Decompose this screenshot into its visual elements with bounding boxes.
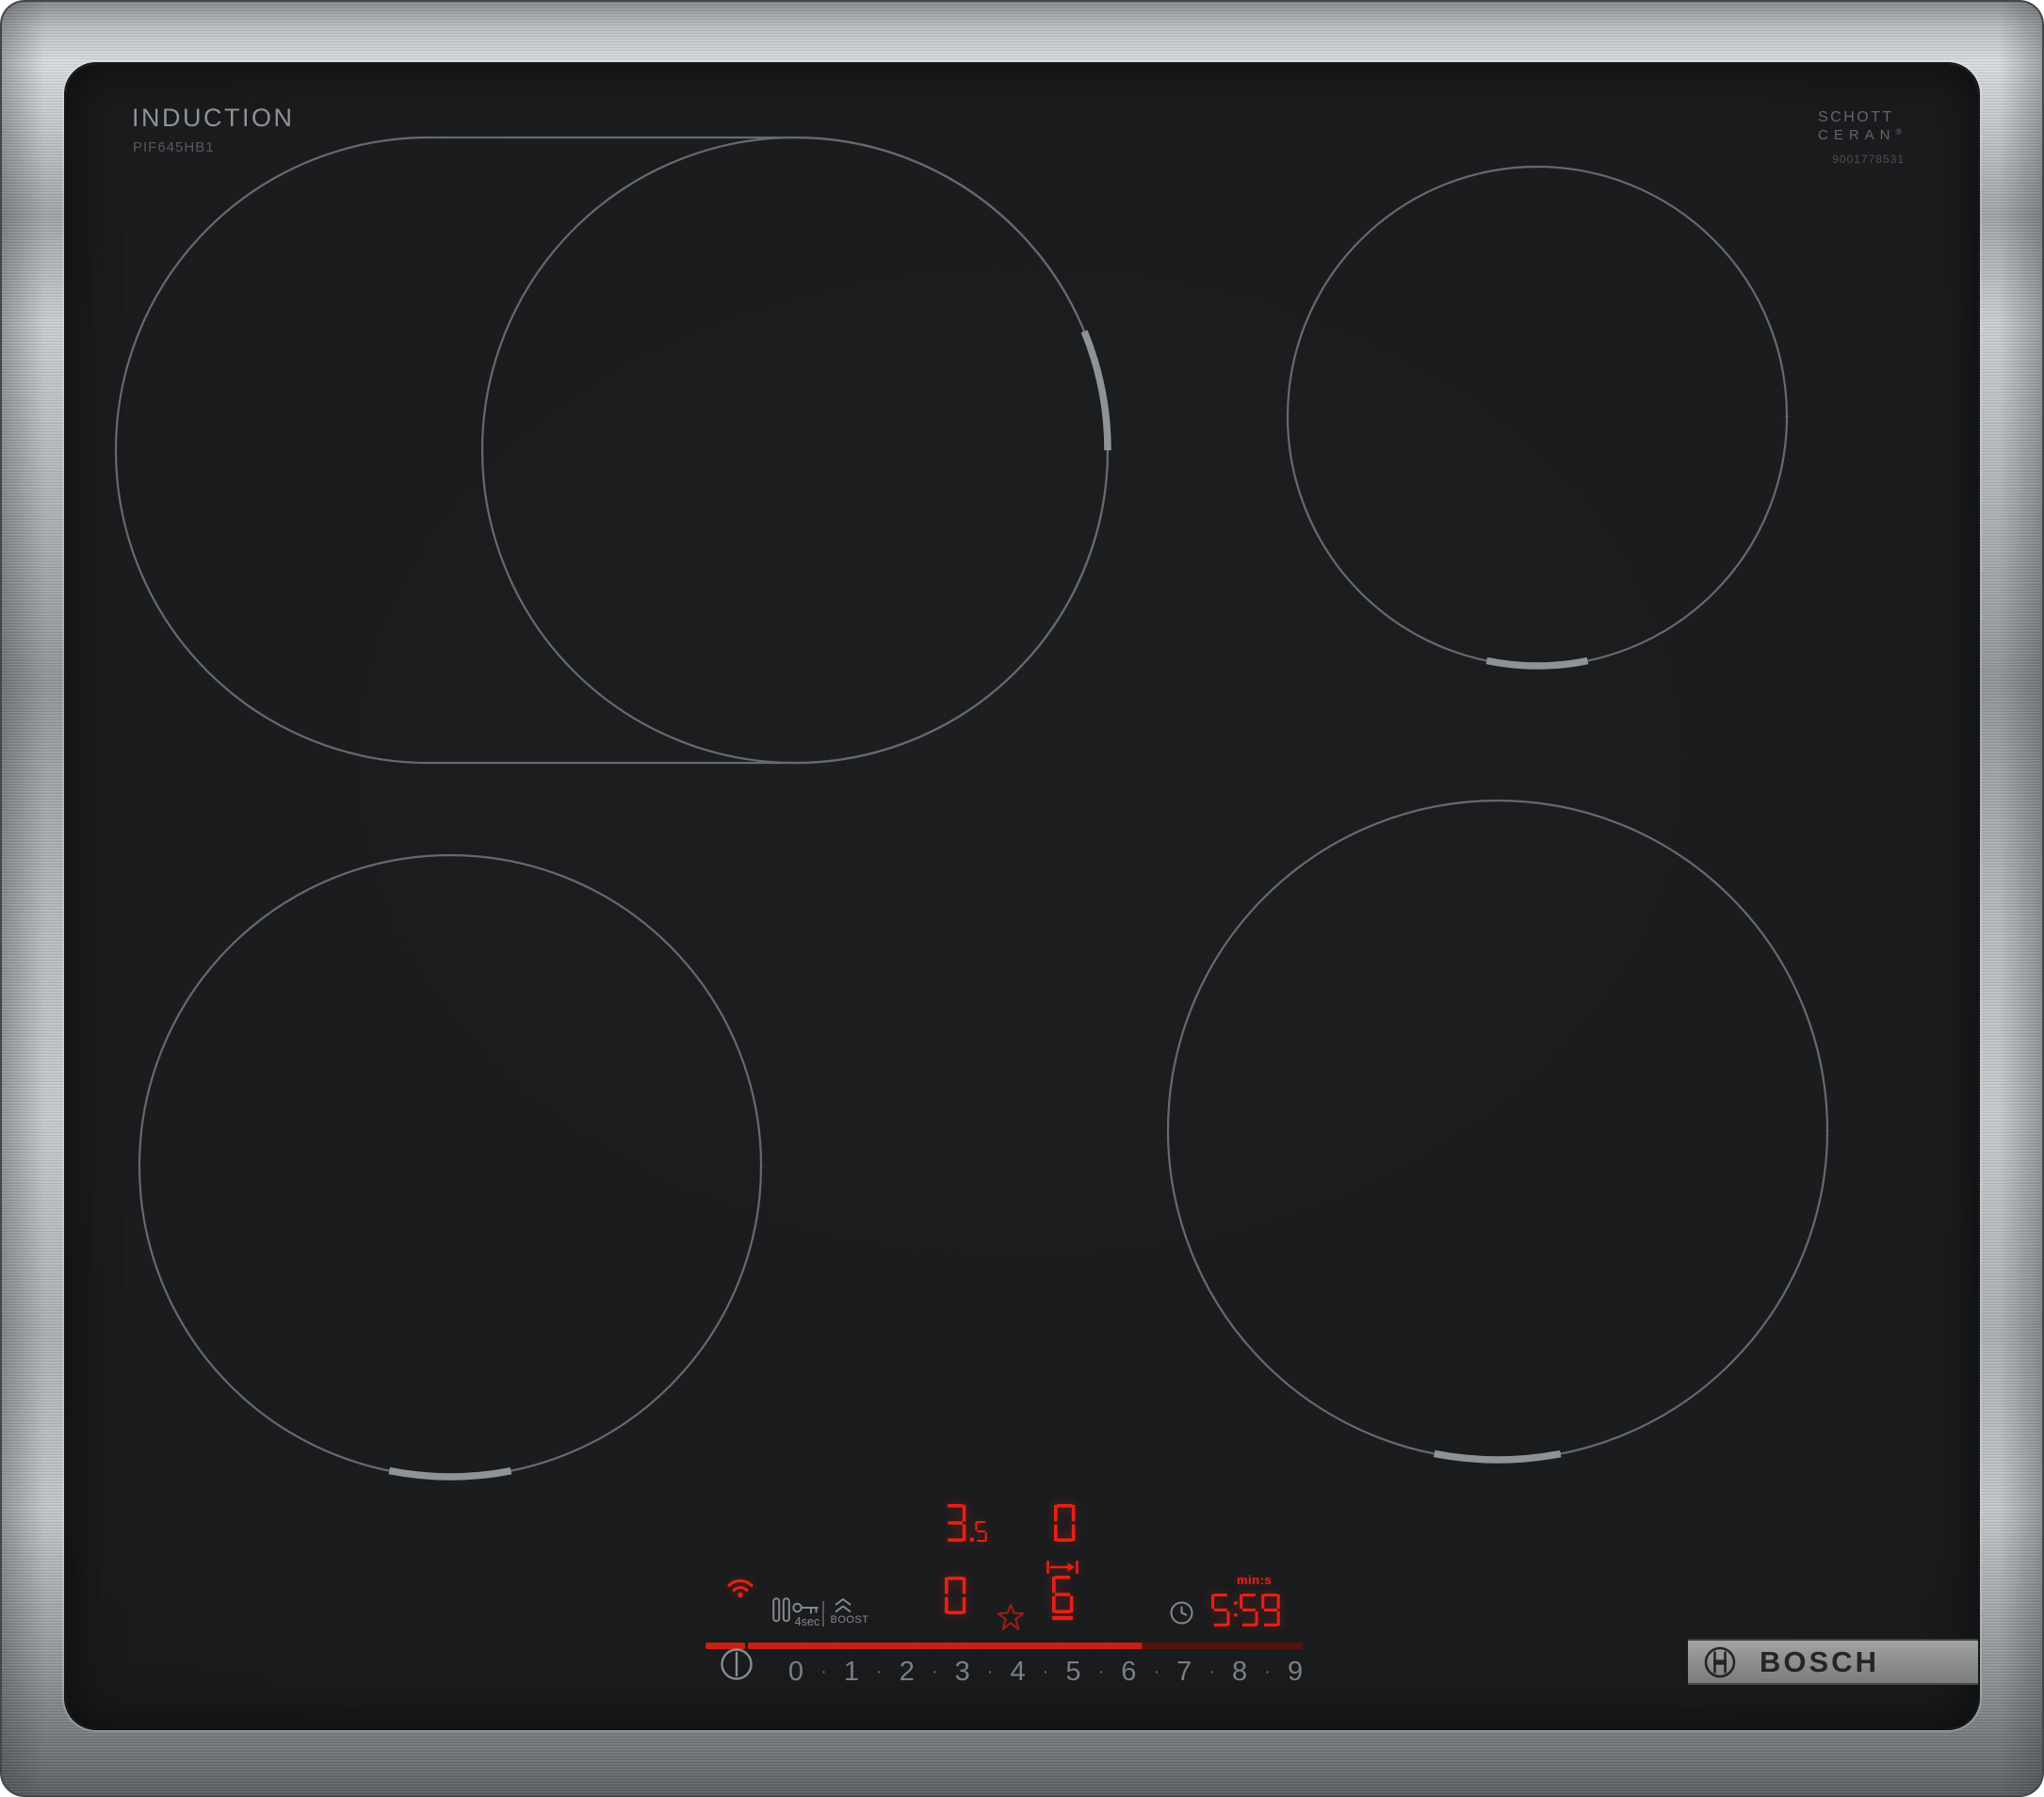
power-level-slider[interactable] (748, 1643, 1303, 1649)
panel-divider (822, 1601, 824, 1627)
glass-serial-number: 9001778531 (1818, 153, 1905, 166)
front-right-level-display (1052, 1576, 1078, 1613)
power-level-7[interactable]: 7 (1170, 1657, 1198, 1688)
registered-mark: ® (1896, 127, 1903, 137)
bar-arrow-right-bar-icon (1046, 1560, 1079, 1575)
glass-brand-ceran: CERAN® (1818, 127, 1905, 143)
clock-icon[interactable] (1169, 1600, 1194, 1626)
level-separator-dot: · (1087, 1657, 1114, 1688)
power-level-1[interactable]: 1 (837, 1657, 866, 1688)
surface-type-label: INDUCTION (132, 104, 295, 133)
rear-right-level-display (1054, 1504, 1079, 1542)
slider-fill-bar (748, 1643, 1142, 1649)
power-icon[interactable] (720, 1647, 754, 1681)
power-level-6[interactable]: 6 (1114, 1657, 1143, 1688)
power-level-scale: 0·1·2·3·4·5·6·7·8·9 (782, 1657, 1309, 1688)
power-level-0[interactable]: 0 (782, 1657, 810, 1688)
rear-left-level-display (945, 1504, 989, 1542)
wifi-icon (725, 1569, 755, 1599)
chevron-up-double-icon[interactable] (834, 1598, 852, 1613)
level-separator-dot: · (810, 1657, 837, 1688)
timer-display (1211, 1594, 1284, 1627)
power-level-9[interactable]: 9 (1281, 1657, 1309, 1688)
bosch-logo-text: BOSCH (1760, 1645, 1879, 1679)
keylock-hold-label: 4sec (787, 1615, 827, 1628)
level-separator-dot: · (977, 1657, 1004, 1688)
level-separator-dot: · (1254, 1657, 1281, 1688)
boost-label: BOOST (828, 1614, 871, 1626)
ceramic-glass-surface (66, 64, 1978, 1728)
front-left-level-display (945, 1577, 970, 1614)
power-level-3[interactable]: 3 (949, 1657, 977, 1688)
star-icon[interactable] (998, 1604, 1024, 1630)
bosch-anchor-icon (1703, 1645, 1737, 1679)
induction-hob: INDUCTION PIF645HB1 SCHOTT CERAN® 900177… (0, 0, 2044, 1797)
level-separator-dot: · (866, 1657, 893, 1688)
selected-zone-underline (1052, 1616, 1073, 1620)
timer-unit-label: min:s (1237, 1573, 1272, 1587)
level-separator-dot: · (1032, 1657, 1060, 1688)
power-level-8[interactable]: 8 (1225, 1657, 1254, 1688)
level-separator-dot: · (1198, 1657, 1225, 1688)
level-separator-dot: · (1143, 1657, 1170, 1688)
bosch-logo-badge: BOSCH (1688, 1639, 1978, 1685)
level-separator-dot: · (921, 1657, 949, 1688)
model-number-label: PIF645HB1 (133, 139, 215, 155)
glass-brand-schott: SCHOTT (1818, 109, 1905, 126)
power-level-4[interactable]: 4 (1004, 1657, 1032, 1688)
glass-brand-block: SCHOTT CERAN® 9001778531 (1818, 109, 1905, 166)
power-level-2[interactable]: 2 (893, 1657, 921, 1688)
power-level-5[interactable]: 5 (1059, 1657, 1087, 1688)
